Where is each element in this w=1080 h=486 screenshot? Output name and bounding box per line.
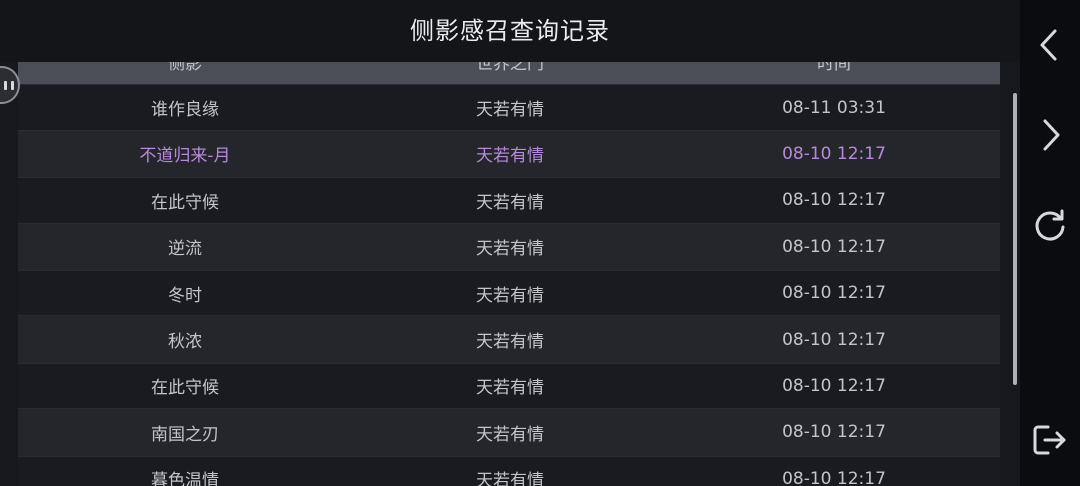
refresh-icon xyxy=(1035,209,1065,241)
main-panel: 侧影感召查询记录 侧影 世界之门 时间 谁作良缘 天若有情 08-11 03:3… xyxy=(0,0,1020,486)
row-name: 不道归来-月 xyxy=(139,146,231,167)
table-row-highlighted[interactable]: 不道归来-月 天若有情 08-10 12:17 xyxy=(18,130,1000,178)
record-list[interactable]: 侧影 世界之门 时间 谁作良缘 天若有情 08-11 03:31 不道归来-月 … xyxy=(18,38,1000,486)
row-server: 天若有情 xyxy=(476,146,544,167)
row-time: 08-10 12:17 xyxy=(782,468,886,486)
row-server: 天若有情 xyxy=(476,285,544,306)
row-server: 天若有情 xyxy=(476,332,544,353)
row-server: 天若有情 xyxy=(476,378,544,399)
page-title: 侧影感召查询记录 xyxy=(410,16,610,45)
row-time: 08-10 12:17 xyxy=(782,329,886,350)
row-name: 谁作良缘 xyxy=(151,100,219,121)
table-row[interactable]: 冬时 天若有情 08-10 12:17 xyxy=(18,269,1000,317)
row-time: 08-10 12:17 xyxy=(782,375,886,396)
row-server: 天若有情 xyxy=(476,471,544,486)
row-server: 天若有情 xyxy=(476,192,544,213)
row-time: 08-10 12:17 xyxy=(782,236,886,257)
row-server: 天若有情 xyxy=(476,424,544,445)
row-name: 在此守候 xyxy=(151,378,219,399)
row-server: 天若有情 xyxy=(476,239,544,260)
back-button[interactable] xyxy=(1020,20,1080,70)
row-name: 逆流 xyxy=(168,239,202,260)
table-row[interactable]: 秋浓 天若有情 08-10 12:17 xyxy=(18,316,1000,363)
row-name: 秋浓 xyxy=(168,332,202,353)
chevron-left-icon xyxy=(1040,29,1057,61)
row-name: 冬时 xyxy=(168,285,202,306)
exit-icon xyxy=(1033,425,1066,455)
row-name: 在此守候 xyxy=(151,192,219,213)
floating-menu-icon xyxy=(4,80,14,90)
row-name: 暮色温情 xyxy=(151,471,219,486)
row-time: 08-10 12:17 xyxy=(782,143,886,164)
exit-button[interactable] xyxy=(1020,415,1080,465)
table-row[interactable]: 谁作良缘 天若有情 08-11 03:31 xyxy=(18,84,1000,131)
row-time: 08-11 03:31 xyxy=(782,97,886,118)
scrollbar[interactable] xyxy=(1013,93,1017,385)
table-row[interactable]: 暮色温情 天若有情 08-10 12:17 xyxy=(18,455,1000,486)
table-row[interactable]: 南国之刃 天若有情 08-10 12:17 xyxy=(18,409,1000,456)
row-server: 天若有情 xyxy=(476,100,544,121)
chevron-right-icon xyxy=(1043,119,1060,151)
table-row[interactable]: 在此守候 天若有情 08-10 12:17 xyxy=(18,177,1000,224)
table-row[interactable]: 逆流 天若有情 08-10 12:17 xyxy=(18,223,1000,270)
row-time: 08-10 12:17 xyxy=(782,190,886,211)
row-time: 08-10 12:17 xyxy=(782,283,886,304)
page-header: 侧影感召查询记录 xyxy=(0,0,1020,62)
table-row[interactable]: 在此守候 天若有情 08-10 12:17 xyxy=(18,362,1000,410)
row-name: 南国之刃 xyxy=(151,424,219,445)
floating-assistant-button[interactable] xyxy=(0,66,20,104)
row-time: 08-10 12:17 xyxy=(782,422,886,443)
refresh-button[interactable] xyxy=(1020,200,1080,250)
side-navigation-bar xyxy=(1020,0,1080,486)
forward-button[interactable] xyxy=(1020,110,1080,160)
